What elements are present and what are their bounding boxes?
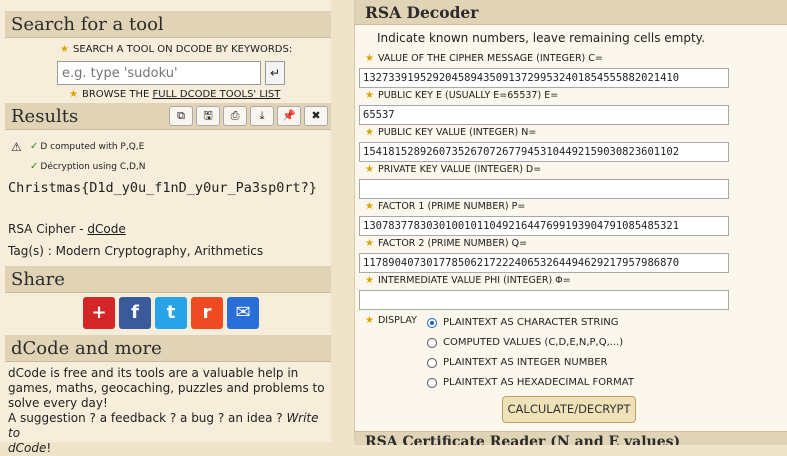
share-facebook-button[interactable]: f	[119, 297, 151, 329]
field-label-cipher-c: ★ VALUE OF THE CIPHER MESSAGE (INTEGER) C…	[365, 53, 603, 64]
close-icon[interactable]: ✖	[304, 106, 328, 126]
search-label: ★ SEARCH A TOOL ON DCODE BY KEYWORDS:	[60, 44, 292, 55]
result-output: Christmas{D1d_y0u_f1nD_y0ur_Pa3sp0rt?}	[8, 180, 317, 196]
radio-button[interactable]	[427, 377, 437, 388]
display-option-label: COMPUTED VALUES (C,D,E,N,P,Q,...)	[443, 337, 624, 348]
cipher-prefix: RSA Cipher -	[8, 222, 88, 236]
display-option[interactable]: PLAINTEXT AS INTEGER NUMBER	[427, 357, 607, 368]
display-option[interactable]: COMPUTED VALUES (C,D,E,N,P,Q,...)	[427, 337, 623, 348]
display-option-label: PLAINTEXT AS INTEGER NUMBER	[443, 357, 608, 368]
search-input[interactable]	[57, 61, 261, 85]
search-submit-button[interactable]: ↵	[265, 61, 285, 85]
rsa-certificate-reader-title: RSA Certificate Reader (N and E values)	[355, 431, 787, 445]
display-option[interactable]: PLAINTEXT AS CHARACTER STRING	[427, 317, 619, 328]
field-label-text: FACTOR 2 (PRIME NUMBER) Q=	[377, 238, 528, 249]
share-email-button[interactable]: ✉	[227, 297, 259, 329]
star-icon: ★	[69, 89, 78, 100]
enter-icon: ↵	[269, 66, 281, 80]
field-input-phi[interactable]	[359, 290, 729, 310]
search-label-text: SEARCH A TOOL ON DCODE BY KEYWORDS:	[72, 44, 293, 55]
star-icon: ★	[365, 127, 374, 138]
field-label-text: FACTOR 1 (PRIME NUMBER) P=	[377, 201, 526, 212]
share-buttons: + f t r ✉	[83, 297, 259, 329]
download-icon[interactable]: ⤓	[250, 106, 274, 126]
field-label-public-n: ★ PUBLIC KEY VALUE (INTEGER) N=	[365, 127, 536, 138]
radio-button[interactable]	[427, 357, 437, 368]
field-input-public-n[interactable]: 1541815289260735267072677945310449215903…	[359, 142, 729, 162]
field-label-text: PUBLIC KEY VALUE (INTEGER) N=	[377, 127, 537, 138]
share-twitter-button[interactable]: t	[155, 297, 187, 329]
field-label-text: INTERMEDIATE VALUE PHI (INTEGER) Φ=	[377, 275, 571, 286]
field-input-public-e[interactable]: 65537	[359, 105, 729, 125]
field-input-cipher-c[interactable]: 1327339195292045894350913729953240185455…	[359, 68, 729, 88]
display-label-text: DISPLAY	[377, 315, 417, 326]
dcode-tail: !	[46, 441, 52, 455]
dcode-link[interactable]: dCode	[87, 222, 125, 236]
star-icon: ★	[365, 315, 374, 326]
print-icon[interactable]: ⎙	[223, 106, 247, 126]
star-icon: ★	[365, 164, 374, 175]
write-to-tail: dCode	[8, 441, 47, 455]
copy-icon[interactable]: ⧉	[169, 106, 193, 126]
display-option-label: PLAINTEXT AS CHARACTER STRING	[443, 317, 619, 328]
results-toolbar: ⧉ 🖫 ⎙ ⤓ 📌 ✖	[169, 106, 328, 126]
field-input-factor-p[interactable]: 1307837783030100101104921644769919390479…	[359, 216, 729, 236]
check-icon: ✓	[30, 141, 39, 152]
share-section-title: Share	[5, 266, 331, 293]
field-label-factor-p: ★ FACTOR 1 (PRIME NUMBER) P=	[365, 201, 525, 212]
share-reddit-button[interactable]: r	[191, 297, 223, 329]
pin-icon[interactable]: 📌	[277, 106, 301, 126]
check-icon: ✓	[30, 161, 39, 172]
browse-tools-line: ★ BROWSE THE FULL DCODE TOOLS' LIST	[69, 89, 280, 100]
field-input-private-d[interactable]	[359, 179, 729, 199]
warning-icon: ⚠	[11, 140, 22, 154]
rsa-decoder-title: RSA Decoder	[355, 0, 787, 25]
radio-button[interactable]	[427, 337, 437, 348]
dcode-suggest: A suggestion ? a feedback ? a bug ? an i…	[8, 411, 287, 425]
field-label-text: VALUE OF THE CIPHER MESSAGE (INTEGER) C=	[377, 53, 603, 64]
star-icon: ★	[365, 201, 374, 212]
star-icon: ★	[60, 44, 69, 55]
star-icon: ★	[365, 238, 374, 249]
star-icon: ★	[365, 275, 374, 286]
result-info-text: Décryption using C,D,N	[40, 162, 146, 172]
field-input-factor-q[interactable]: 1178904073017785062172224065326449462921…	[359, 253, 729, 273]
rsa-intro: Indicate known numbers, leave remaining …	[377, 31, 705, 45]
field-label-private-d: ★ PRIVATE KEY VALUE (INTEGER) D=	[365, 164, 541, 175]
rsa-decoder-panel: RSA Decoder Indicate known numbers, leav…	[354, 0, 787, 445]
left-sidebar: Search for a tool ★ SEARCH A TOOL ON DCOD…	[0, 0, 331, 455]
save-icon[interactable]: 🖫	[196, 106, 220, 126]
dcode-text: dCode is free and its tools are a valuab…	[8, 366, 325, 410]
full-tools-list-link[interactable]: FULL DCODE TOOLS' LIST	[153, 89, 281, 100]
display-option-label: PLAINTEXT AS HEXADECIMAL FORMAT	[443, 377, 634, 388]
result-info-text: D computed with P,Q,E	[40, 142, 145, 152]
star-icon: ★	[365, 90, 374, 101]
display-label: ★ DISPLAY	[365, 315, 417, 326]
radio-button[interactable]	[427, 317, 437, 328]
field-label-text: PRIVATE KEY VALUE (INTEGER) D=	[377, 164, 542, 175]
star-icon: ★	[365, 53, 374, 64]
cipher-credit: RSA Cipher - dCode	[8, 222, 126, 236]
dcode-section-title: dCode and more	[5, 335, 331, 362]
result-info-line: ✓ Décryption using C,D,N	[30, 161, 146, 172]
field-label-text: PUBLIC KEY E (USUALLY E=65537) E=	[377, 90, 559, 101]
dcode-description: dCode is free and its tools are a valuab…	[8, 366, 326, 456]
tags-line: Tag(s) : Modern Cryptography, Arithmetic…	[8, 244, 264, 258]
field-label-factor-q: ★ FACTOR 2 (PRIME NUMBER) Q=	[365, 238, 527, 249]
result-info-line: ✓ D computed with P,Q,E	[30, 141, 144, 152]
search-section-title: Search for a tool	[5, 11, 331, 38]
calculate-decrypt-button[interactable]: CALCULATE/DECRYPT	[502, 396, 636, 423]
browse-prefix: BROWSE THE	[81, 89, 150, 100]
display-option[interactable]: PLAINTEXT AS HEXADECIMAL FORMAT	[427, 377, 634, 388]
share-more-button[interactable]: +	[83, 297, 115, 329]
field-label-public-e: ★ PUBLIC KEY E (USUALLY E=65537) E=	[365, 90, 558, 101]
field-label-phi: ★ INTERMEDIATE VALUE PHI (INTEGER) Φ=	[365, 275, 571, 286]
